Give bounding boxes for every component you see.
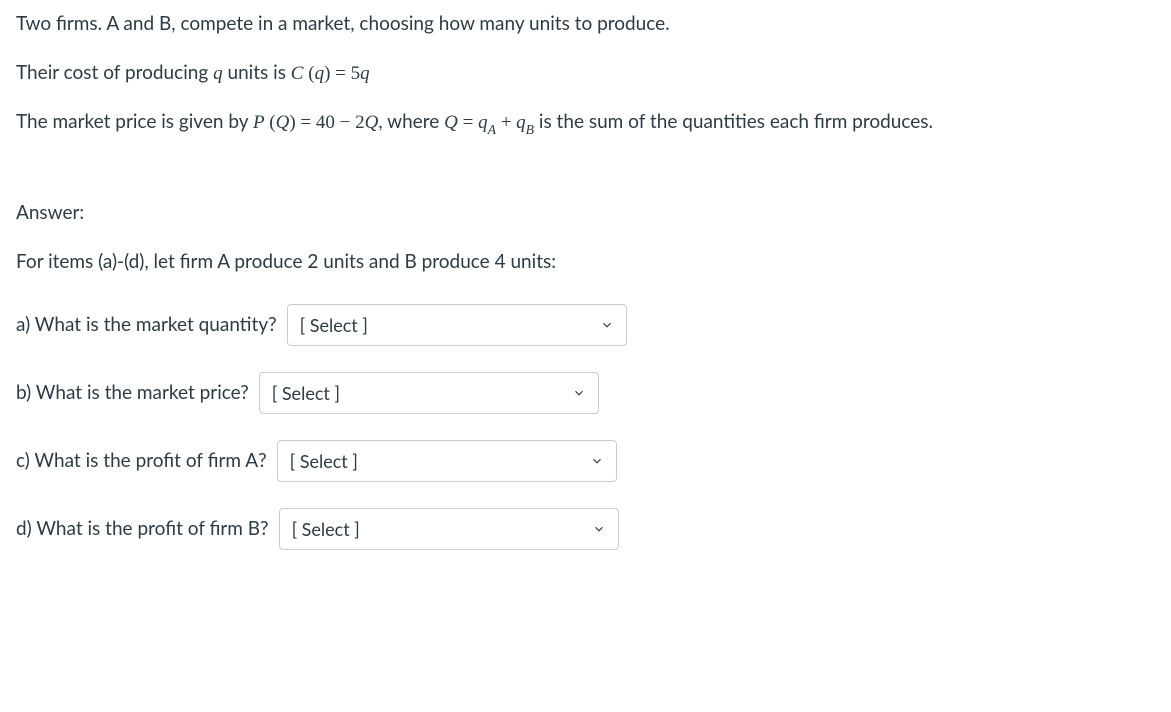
- question-c-select[interactable]: [ Select ]: [277, 440, 617, 482]
- cost-paragraph: Their cost of producing q units is C (q)…: [16, 59, 1155, 89]
- question-a-text: a) What is the market quantity?: [16, 311, 277, 340]
- price-sum-Q: Q: [444, 112, 458, 133]
- answer-label: Answer:: [16, 199, 1155, 228]
- plus-sign: +: [496, 112, 516, 133]
- price-post: is the sum of the quantities each firm p…: [534, 110, 933, 133]
- sub-b: B: [526, 122, 534, 137]
- question-b-select[interactable]: [ Select ]: [259, 372, 599, 414]
- question-b-row: b) What is the market price? [ Select ]: [16, 372, 1155, 414]
- cost-eq-rhs: 5: [351, 63, 361, 84]
- question-d-text: d) What is the profit of firm B?: [16, 515, 269, 544]
- price-mid1: , where: [378, 110, 444, 133]
- chevron-down-icon: [600, 318, 614, 332]
- question-d-row: d) What is the profit of firm B? [ Selec…: [16, 508, 1155, 550]
- cost-pre: Their cost of producing: [16, 61, 213, 84]
- question-c-text: c) What is the profit of firm A?: [16, 447, 267, 476]
- close-paren: ) =: [324, 63, 351, 84]
- price-paragraph: The market price is given by P (Q) = 40 …: [16, 108, 1155, 139]
- intro-text: Two firms. A and B, compete in a market,…: [16, 12, 670, 35]
- question-c-row: c) What is the profit of firm A? [ Selec…: [16, 440, 1155, 482]
- select-placeholder: [ Select ]: [272, 380, 340, 407]
- cost-eq-rhs-q: q: [360, 63, 370, 84]
- price-eq-fn: P: [253, 112, 265, 133]
- cost-var: q: [213, 63, 223, 84]
- answer-instructions: For items (a)-(d), let firm A produce 2 …: [16, 248, 1155, 277]
- chevron-down-icon: [592, 522, 606, 536]
- cost-eq-fn: C: [291, 63, 304, 84]
- eq-sign: =: [458, 112, 478, 133]
- chevron-down-icon: [590, 454, 604, 468]
- question-d-select[interactable]: [ Select ]: [279, 508, 619, 550]
- open-paren: (: [303, 63, 314, 84]
- select-placeholder: [ Select ]: [290, 448, 358, 475]
- price-eq-arg: Q: [276, 112, 290, 133]
- price-sum-qa: q: [478, 112, 488, 133]
- question-a-row: a) What is the market quantity? [ Select…: [16, 304, 1155, 346]
- cost-mid: units is: [223, 61, 291, 84]
- close-paren2: ) = 40 − 2: [289, 112, 364, 133]
- question-b-text: b) What is the market price?: [16, 379, 249, 408]
- price-sum-qb: q: [516, 112, 526, 133]
- question-a-select[interactable]: [ Select ]: [287, 304, 627, 346]
- open-paren2: (: [265, 112, 276, 133]
- intro-paragraph: Two firms. A and B, compete in a market,…: [16, 10, 1155, 39]
- cost-eq-arg: q: [315, 63, 325, 84]
- price-pre: The market price is given by: [16, 110, 253, 133]
- sub-a: A: [488, 122, 496, 137]
- select-placeholder: [ Select ]: [300, 312, 368, 339]
- select-placeholder: [ Select ]: [292, 516, 360, 543]
- price-eq-Q: Q: [365, 112, 379, 133]
- chevron-down-icon: [572, 386, 586, 400]
